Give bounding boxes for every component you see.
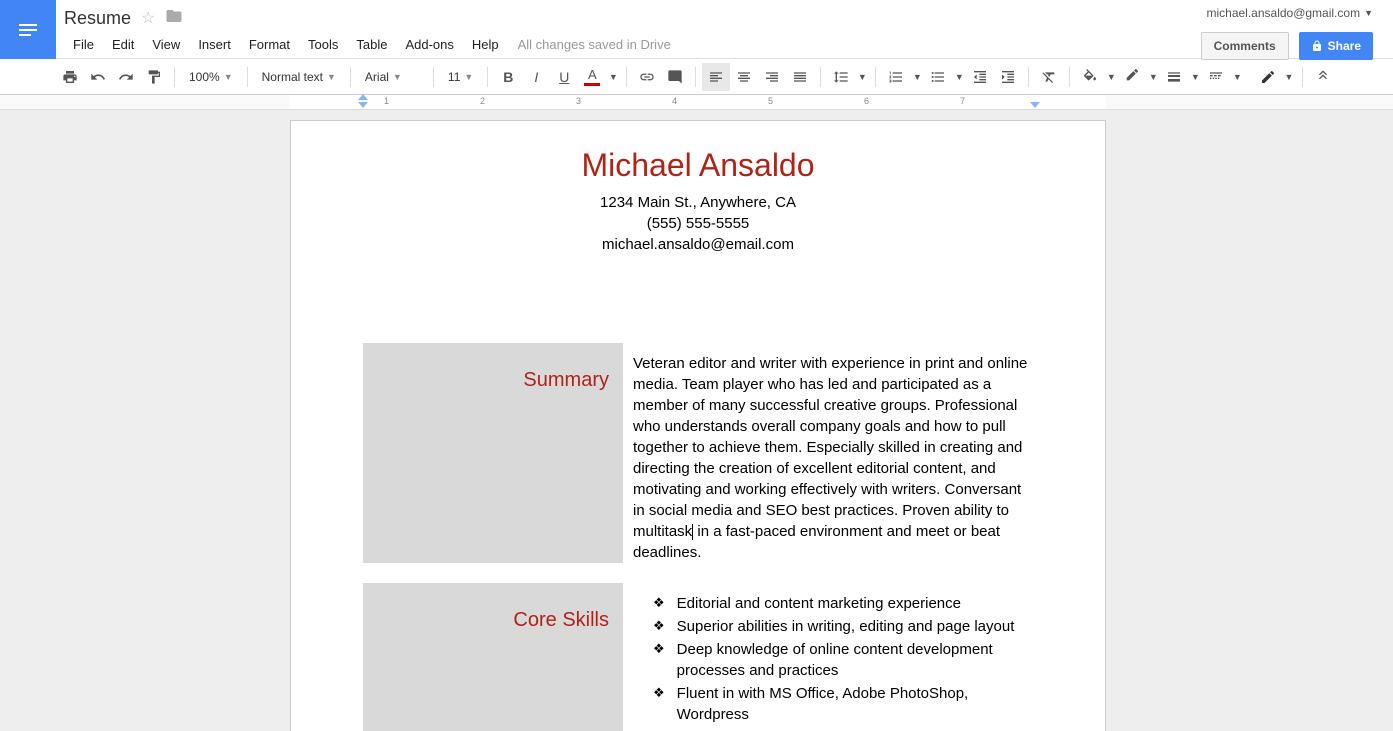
- text-color-caret[interactable]: ▼: [606, 63, 620, 91]
- paint-format-icon[interactable]: [140, 63, 168, 91]
- user-account[interactable]: michael.ansaldo@gmail.com ▼: [1206, 6, 1373, 20]
- menu-tools[interactable]: Tools: [299, 35, 347, 54]
- zoom-select[interactable]: 100%▼: [181, 70, 241, 84]
- font-size-select[interactable]: 11▼: [440, 70, 481, 84]
- toolbar: 100%▼ Normal text▼ Arial▼ 11▼ B I U A ▼ …: [0, 59, 1393, 95]
- border-width-caret[interactable]: ▼: [1188, 63, 1202, 91]
- text-color-icon[interactable]: A: [578, 63, 606, 91]
- menu-edit[interactable]: Edit: [103, 35, 143, 54]
- comment-icon[interactable]: [661, 63, 689, 91]
- link-icon[interactable]: [633, 63, 661, 91]
- decrease-indent-icon[interactable]: [966, 63, 994, 91]
- align-right-icon[interactable]: [758, 63, 786, 91]
- numbered-list-caret[interactable]: ▼: [910, 63, 924, 91]
- undo-icon[interactable]: [84, 63, 112, 91]
- redo-icon[interactable]: [112, 63, 140, 91]
- resume-email: michael.ansaldo@email.com: [363, 234, 1033, 255]
- lock-icon: [1311, 40, 1323, 52]
- list-item: Editorial and content marketing experien…: [633, 593, 1033, 614]
- save-status: All changes saved in Drive: [518, 37, 671, 52]
- star-icon[interactable]: ☆: [141, 8, 155, 28]
- list-item: Fluent in with MS Office, Adobe PhotoSho…: [633, 683, 1033, 725]
- resume-phone: (555) 555-5555: [363, 213, 1033, 234]
- summary-label[interactable]: Summary: [523, 369, 609, 563]
- app-header: Resume ☆ File Edit View Insert Format To…: [0, 0, 1393, 59]
- document-canvas[interactable]: Michael Ansaldo 1234 Main St., Anywhere,…: [0, 110, 1393, 731]
- list-item: Superior abilities in writing, editing a…: [633, 616, 1033, 637]
- menu-help[interactable]: Help: [463, 35, 508, 54]
- skills-body[interactable]: Editorial and content marketing experien…: [633, 583, 1033, 731]
- summary-text-1: Veteran editor and writer with experienc…: [633, 355, 1027, 540]
- bulleted-list-caret[interactable]: ▼: [952, 63, 966, 91]
- border-dash-icon[interactable]: [1202, 63, 1230, 91]
- skills-section: Core Skills Editorial and content market…: [363, 583, 1033, 731]
- print-icon[interactable]: [56, 63, 84, 91]
- bold-icon[interactable]: B: [494, 63, 522, 91]
- docs-logo[interactable]: [0, 0, 56, 59]
- border-color-icon[interactable]: [1118, 63, 1146, 91]
- ruler-first-line-indent[interactable]: [358, 94, 368, 100]
- underline-icon[interactable]: U: [550, 63, 578, 91]
- border-color-caret[interactable]: ▼: [1146, 63, 1160, 91]
- ruler-right-indent[interactable]: [1030, 102, 1040, 108]
- align-center-icon[interactable]: [730, 63, 758, 91]
- list-item: Deep knowledge of online content develop…: [633, 639, 1033, 681]
- header-center: Resume ☆ File Edit View Insert Format To…: [56, 0, 1201, 56]
- italic-icon[interactable]: I: [522, 63, 550, 91]
- ruler-left-indent[interactable]: [358, 102, 368, 108]
- folder-icon[interactable]: [165, 7, 183, 30]
- menu-insert[interactable]: Insert: [189, 35, 240, 54]
- skills-label[interactable]: Core Skills: [513, 609, 609, 731]
- summary-body[interactable]: Veteran editor and writer with experienc…: [633, 343, 1033, 563]
- horizontal-ruler[interactable]: 1 2 3 4 5 6 7: [0, 95, 1393, 110]
- document-title[interactable]: Resume: [64, 8, 131, 29]
- paragraph-style-select[interactable]: Normal text▼: [254, 70, 344, 84]
- resume-address: 1234 Main St., Anywhere, CA: [363, 192, 1033, 213]
- align-justify-icon[interactable]: [786, 63, 814, 91]
- summary-section: Summary Veteran editor and writer with e…: [363, 343, 1033, 563]
- border-width-icon[interactable]: [1160, 63, 1188, 91]
- resume-contact[interactable]: 1234 Main St., Anywhere, CA (555) 555-55…: [363, 192, 1033, 255]
- menu-addons[interactable]: Add-ons: [396, 35, 462, 54]
- editing-mode-icon[interactable]: [1254, 63, 1282, 91]
- menu-format[interactable]: Format: [240, 35, 299, 54]
- header-buttons: Comments Share: [1201, 32, 1373, 60]
- skills-label-box: Core Skills: [363, 583, 623, 731]
- title-row: Resume ☆: [64, 6, 1201, 30]
- clear-formatting-icon[interactable]: [1035, 63, 1063, 91]
- line-spacing-icon[interactable]: [827, 63, 855, 91]
- header-right: michael.ansaldo@gmail.com ▼ Comments Sha…: [1201, 0, 1393, 60]
- fill-color-icon[interactable]: [1076, 63, 1104, 91]
- fill-color-caret[interactable]: ▼: [1104, 63, 1118, 91]
- skills-list: Editorial and content marketing experien…: [633, 593, 1033, 731]
- user-email-text: michael.ansaldo@gmail.com: [1206, 6, 1360, 20]
- line-spacing-caret[interactable]: ▼: [855, 63, 869, 91]
- caret-down-icon: ▼: [1364, 8, 1373, 18]
- menu-view[interactable]: View: [143, 35, 189, 54]
- menu-bar: File Edit View Insert Format Tools Table…: [64, 32, 1201, 56]
- border-dash-caret[interactable]: ▼: [1230, 63, 1244, 91]
- comments-button[interactable]: Comments: [1201, 32, 1289, 60]
- editing-mode-caret[interactable]: ▼: [1282, 63, 1296, 91]
- document-page[interactable]: Michael Ansaldo 1234 Main St., Anywhere,…: [290, 120, 1106, 731]
- increase-indent-icon[interactable]: [994, 63, 1022, 91]
- menu-file[interactable]: File: [64, 35, 103, 54]
- summary-label-box: Summary: [363, 343, 623, 563]
- bulleted-list-icon[interactable]: [924, 63, 952, 91]
- font-select[interactable]: Arial▼: [357, 70, 427, 84]
- align-left-icon[interactable]: [702, 63, 730, 91]
- collapse-toolbar-icon[interactable]: [1309, 63, 1337, 91]
- share-button[interactable]: Share: [1299, 32, 1373, 60]
- list-item: Experience creating and manage social me…: [633, 727, 1033, 731]
- menu-table[interactable]: Table: [347, 35, 396, 54]
- numbered-list-icon[interactable]: [882, 63, 910, 91]
- share-label: Share: [1328, 39, 1361, 53]
- resume-name[interactable]: Michael Ansaldo: [363, 147, 1033, 184]
